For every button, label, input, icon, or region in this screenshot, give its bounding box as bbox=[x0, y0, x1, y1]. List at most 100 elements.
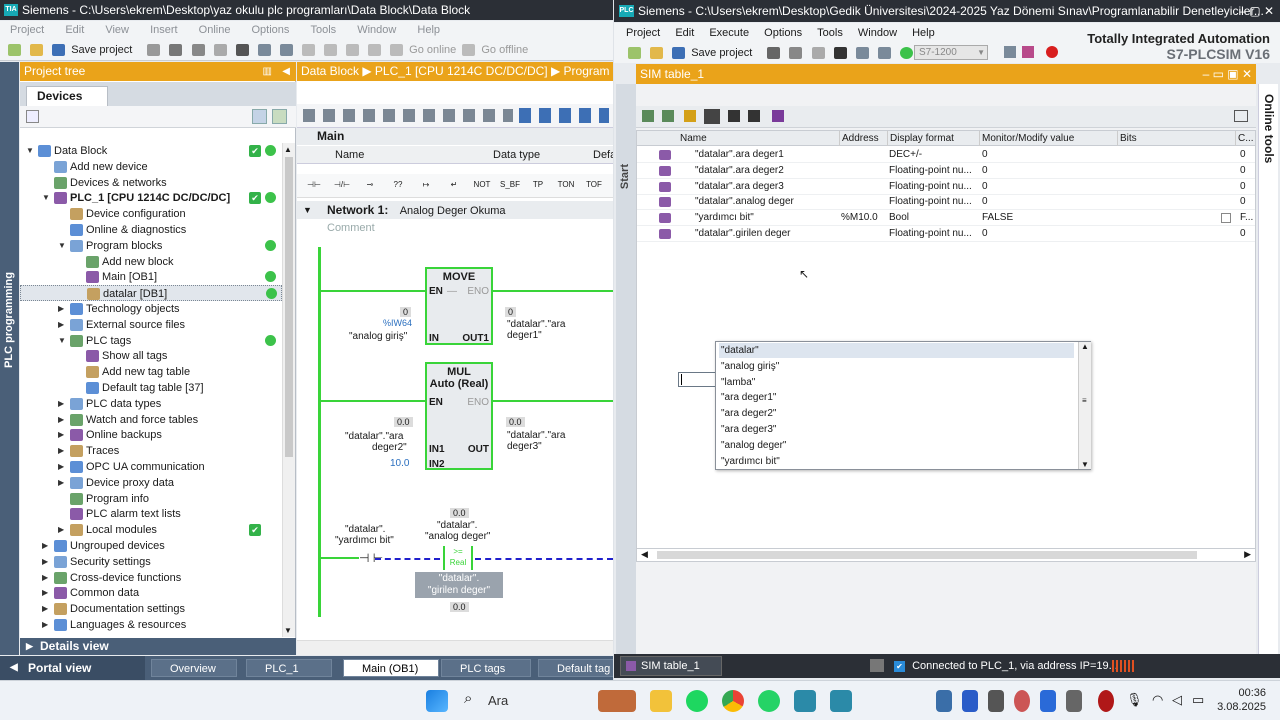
load-icon[interactable] bbox=[662, 110, 674, 122]
move-block[interactable]: MOVE EN — ENO IN OUT1 bbox=[425, 267, 493, 345]
tray-icon[interactable] bbox=[1014, 690, 1030, 712]
sim-undo-icon[interactable] bbox=[855, 47, 869, 60]
tab-plc-1[interactable]: PLC_1 bbox=[246, 659, 332, 677]
dropdown-scrollbar[interactable]: ▲ ≡ ▼ bbox=[1078, 342, 1091, 469]
display-format-cell[interactable]: Floating-point nu... bbox=[889, 179, 972, 195]
plc-programming-sidebar[interactable]: PLC programming bbox=[0, 62, 19, 655]
monitor-value-cell[interactable]: 0 bbox=[982, 226, 988, 242]
col-consistent[interactable]: C... bbox=[1235, 131, 1254, 146]
hscroll-thumb[interactable] bbox=[657, 551, 1197, 559]
open-project-icon[interactable] bbox=[30, 44, 44, 57]
online-tools-sidebar[interactable]: Online tools bbox=[1258, 84, 1278, 664]
sim-table-row[interactable]: "yardımcı bit" %M10.0 Bool FALSE F... bbox=[637, 210, 1255, 227]
portal-view-button[interactable]: ◀ Portal view bbox=[0, 656, 145, 680]
monitor-value-cell[interactable]: 0 bbox=[982, 194, 988, 210]
ladder-instruction-button[interactable]: TOF bbox=[583, 174, 605, 196]
ladder-instruction-button[interactable]: ⊣/⊢ bbox=[331, 174, 353, 196]
collapsed-arrow-icon[interactable]: ▶ bbox=[58, 317, 68, 333]
autocomplete-item[interactable]: "yardımcı bit" bbox=[719, 454, 1074, 469]
tab-overview[interactable]: Overview bbox=[151, 659, 237, 677]
network-view-icon[interactable] bbox=[1004, 46, 1016, 58]
tree-item[interactable]: Show all tags bbox=[20, 348, 282, 364]
autocomplete-item[interactable]: "analog deger" bbox=[719, 438, 1074, 453]
scroll-thumb[interactable] bbox=[285, 157, 293, 457]
collapsed-arrow-icon[interactable]: ▶ bbox=[58, 475, 68, 491]
editor-toolbar-icons[interactable] bbox=[303, 109, 513, 122]
sim-menu-edit[interactable]: Edit bbox=[675, 27, 694, 39]
mul-block[interactable]: MUL Auto (Real) EN ENO IN1 OUT IN2 bbox=[425, 362, 493, 470]
print-icon[interactable] bbox=[147, 44, 161, 57]
collapsed-arrow-icon[interactable]: ▶ bbox=[42, 554, 52, 570]
tree-item[interactable]: ▶ Security settings bbox=[20, 554, 282, 570]
tree-item[interactable]: ▶ Watch and force tables bbox=[20, 412, 282, 428]
undo-icon[interactable] bbox=[257, 44, 271, 57]
monitor-value-cell[interactable]: 0 bbox=[982, 179, 988, 195]
tray-icon[interactable] bbox=[1040, 690, 1056, 712]
window-controls[interactable]: – ▢ ✕ bbox=[1239, 0, 1274, 22]
bit-checkbox[interactable] bbox=[1221, 213, 1231, 224]
scroll-right-icon[interactable]: ▶ bbox=[1244, 549, 1251, 560]
sim-menu-help[interactable]: Help bbox=[912, 27, 935, 39]
tree-item[interactable]: ▼ PLC tags bbox=[20, 333, 282, 349]
sim-table-row[interactable]: "datalar".ara deger1 DEC+/- 0 0 bbox=[637, 147, 1255, 163]
tree-item[interactable]: ▶ Traces bbox=[20, 443, 282, 459]
contact-tag[interactable]: "datalar". bbox=[345, 524, 385, 535]
sim-table-row[interactable]: "datalar".ara deger2 Floating-point nu...… bbox=[637, 163, 1255, 179]
panel-toggle-icon[interactable] bbox=[1234, 110, 1248, 122]
sim-menu-options[interactable]: Options bbox=[764, 27, 802, 39]
collapsed-arrow-icon[interactable]: ▶ bbox=[42, 570, 52, 586]
editor-hscrollbar[interactable] bbox=[297, 640, 613, 655]
menu-project[interactable]: Project bbox=[10, 24, 44, 36]
mul-in2-value[interactable]: 10.0 bbox=[390, 458, 409, 469]
scroll-left-icon[interactable]: ◀ bbox=[641, 549, 648, 560]
sim-table-row[interactable]: "datalar".girilen deger Floating-point nu… bbox=[637, 226, 1255, 242]
collapsed-arrow-icon[interactable]: ▶ bbox=[58, 522, 68, 538]
properties-icon[interactable] bbox=[870, 659, 884, 672]
tree-item[interactable]: ▶ Ungrouped devices bbox=[20, 538, 282, 554]
collapsed-arrow-icon[interactable]: ▶ bbox=[42, 538, 52, 554]
tag-name-cell[interactable]: "yardımcı bit" bbox=[695, 210, 754, 226]
go-offline-icon[interactable] bbox=[462, 44, 476, 57]
tree-item[interactable]: Add new block bbox=[20, 254, 282, 270]
tray-icon[interactable] bbox=[988, 690, 1004, 712]
tag-name-cell[interactable]: "datalar".analog deger bbox=[695, 194, 794, 210]
mul-out-tag[interactable]: "datalar"."ara bbox=[507, 430, 565, 441]
tree-item[interactable]: Program info bbox=[20, 491, 282, 507]
collapsed-arrow-icon[interactable]: ▶ bbox=[58, 427, 68, 443]
upload-icon[interactable] bbox=[345, 44, 359, 57]
tag-name-cell[interactable]: "datalar".girilen deger bbox=[695, 226, 791, 242]
tree-item[interactable]: Online & diagnostics bbox=[20, 222, 282, 238]
tree-item[interactable]: ▶ PLC data types bbox=[20, 396, 282, 412]
save-project-button[interactable]: Save project bbox=[71, 44, 132, 56]
tree-item[interactable]: ▶ Online backups bbox=[20, 427, 282, 443]
chrome-icon[interactable] bbox=[722, 690, 744, 712]
go-online-icon[interactable] bbox=[390, 44, 404, 57]
cpu-select[interactable]: S7-1200 ▼ bbox=[914, 45, 988, 60]
move-in-tag[interactable]: "analog giriş" bbox=[349, 331, 407, 342]
sim-table-window-controls[interactable]: – ▭ ▣ ✕ bbox=[1203, 64, 1252, 84]
tree-item[interactable]: ▶ OPC UA communication bbox=[20, 459, 282, 475]
ladder-instruction-button[interactable]: NOT bbox=[471, 174, 493, 196]
add-row-icon[interactable] bbox=[642, 110, 654, 122]
tag-name-cell[interactable]: "datalar".ara deger1 bbox=[695, 147, 784, 163]
tree-item[interactable]: Device configuration bbox=[20, 206, 282, 222]
tree-scrollbar[interactable]: ▲ ▼ bbox=[282, 143, 295, 637]
grid-hscrollbar[interactable]: ◀ ▶ bbox=[636, 548, 1256, 562]
widgets-icon[interactable] bbox=[598, 690, 636, 712]
wifi-icon[interactable]: ◠ bbox=[1152, 692, 1163, 708]
consistent-cell[interactable]: F... bbox=[1240, 210, 1253, 226]
sim-table-tab[interactable]: SIM table_1 bbox=[620, 656, 722, 676]
tree-item[interactable]: ▶ Common data bbox=[20, 585, 282, 601]
contact-tag[interactable]: "yardımcı bit" bbox=[335, 535, 394, 546]
sim-paste-icon[interactable] bbox=[811, 47, 825, 60]
power-icon[interactable] bbox=[899, 47, 913, 60]
collapsed-arrow-icon[interactable]: ▶ bbox=[58, 412, 68, 428]
enable-modify-icon[interactable] bbox=[704, 109, 720, 124]
project-view-icon[interactable] bbox=[1022, 46, 1034, 58]
autocomplete-item[interactable]: "analog giriş" bbox=[719, 359, 1074, 374]
collapsed-arrow-icon[interactable]: ▶ bbox=[58, 459, 68, 475]
ladder-instruction-button[interactable]: S_BF bbox=[499, 174, 521, 196]
menu-options[interactable]: Options bbox=[252, 24, 290, 36]
collapsed-arrow-icon[interactable]: ▶ bbox=[58, 396, 68, 412]
new-project-icon[interactable] bbox=[8, 44, 21, 57]
